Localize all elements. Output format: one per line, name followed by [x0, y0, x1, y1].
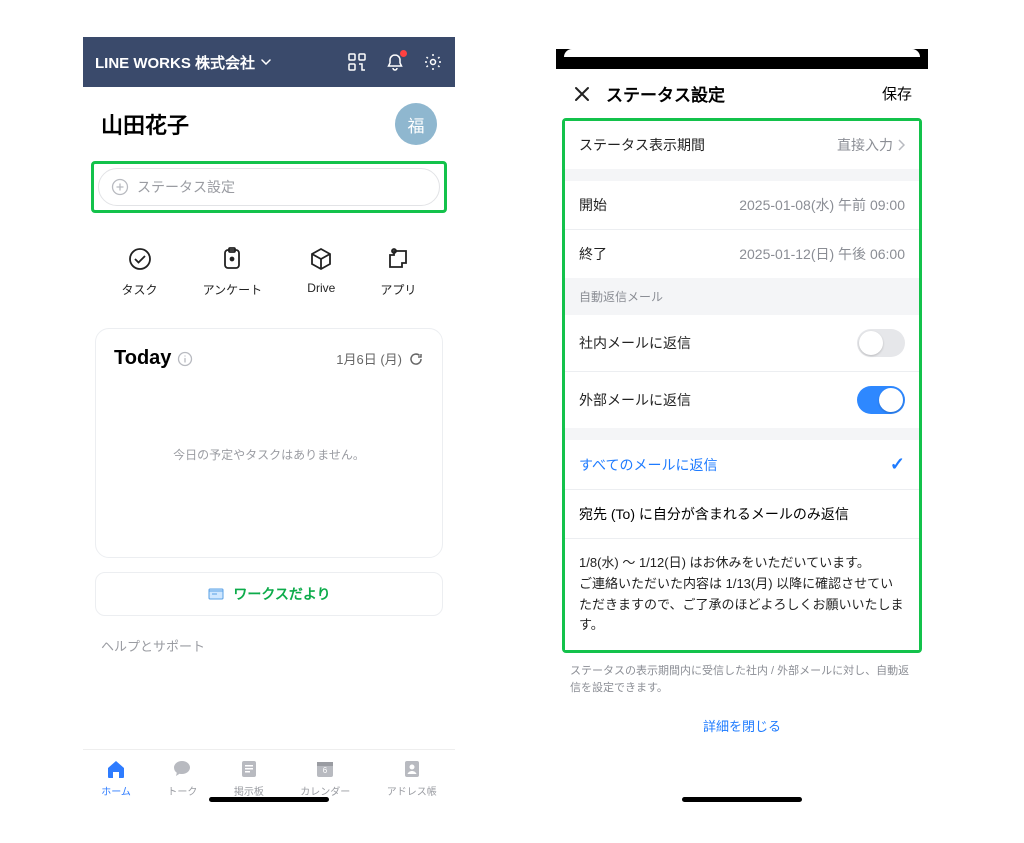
works-banner[interactable]: ワークスだより: [95, 572, 443, 616]
start-label: 開始: [579, 195, 739, 215]
save-button[interactable]: 保存: [882, 83, 912, 104]
sheet-header: ステータス設定 保存: [556, 69, 928, 118]
drive-icon: [307, 245, 335, 273]
apps-icon: [384, 245, 412, 273]
app-label: アンケート: [203, 281, 263, 298]
footer-note: ステータスの表示期間内に受信した社内 / 外部メールに対し、自動返信を設定できま…: [556, 653, 928, 706]
settings-highlight: ステータス表示期間 直接入力 開始 2025-01-08(水) 午前 09:00…: [562, 118, 922, 653]
external-toggle[interactable]: [857, 386, 905, 414]
chevron-down-icon: [261, 59, 271, 65]
refresh-icon[interactable]: [408, 351, 424, 367]
app-task[interactable]: タスク: [122, 245, 158, 298]
plus-circle-icon: [111, 178, 129, 196]
auto-reply-section-header: 自動返信メール: [565, 278, 919, 315]
today-card: Today 1月6日 (月) 今日の予定やタスクはありません。: [95, 328, 443, 558]
auto-reply-message[interactable]: 1/8(水) ～ 1/12(日) はお休みをいただいています。 ご連絡いただいた…: [565, 539, 919, 650]
newsletter-icon: [207, 585, 225, 603]
phone-status-settings: ステータス設定 保存 ステータス表示期間 直接入力 開始 2025-01-08(…: [556, 37, 928, 805]
row-end[interactable]: 終了 2025-01-12(日) 午後 06:00: [565, 230, 919, 278]
home-indicator: [209, 797, 329, 802]
app-shortcuts: タスク アンケート Drive アプリ: [83, 225, 455, 322]
svg-text:6: 6: [323, 766, 328, 775]
task-icon: [126, 245, 154, 273]
profile-name: 山田花子: [101, 108, 395, 140]
tab-talk[interactable]: トーク: [167, 758, 197, 798]
notification-badge: [400, 50, 407, 57]
start-value: 2025-01-08(水) 午前 09:00: [739, 195, 905, 215]
internal-toggle[interactable]: [857, 329, 905, 357]
sheet-top-bar: [556, 49, 928, 69]
option-reply-to-only[interactable]: 宛先 (To) に自分が含まれるメールのみ返信: [565, 490, 919, 538]
period-label: ステータス表示期間: [579, 135, 837, 155]
info-icon[interactable]: [177, 351, 193, 367]
period-value: 直接入力: [837, 135, 905, 155]
qr-icon[interactable]: [347, 52, 367, 72]
internal-label: 社内メールに返信: [579, 333, 857, 353]
today-empty-text: 今日の予定やタスクはありません。: [114, 370, 424, 539]
notifications-icon[interactable]: [385, 52, 405, 72]
close-icon[interactable]: [572, 84, 592, 104]
app-label: Drive: [307, 281, 335, 295]
external-label: 外部メールに返信: [579, 390, 857, 410]
row-start[interactable]: 開始 2025-01-08(水) 午前 09:00: [565, 181, 919, 229]
end-value: 2025-01-12(日) 午後 06:00: [739, 244, 905, 264]
option-reply-all-label: すべてのメールに返信: [579, 455, 890, 475]
today-date: 1月6日 (月): [336, 349, 424, 368]
works-banner-label: ワークスだより: [233, 584, 330, 604]
status-placeholder: ステータス設定: [137, 177, 235, 197]
help-support-link[interactable]: ヘルプとサポート: [83, 626, 455, 665]
status-setting-button[interactable]: ステータス設定: [98, 168, 440, 206]
tab-calendar[interactable]: 6 カレンダー: [300, 758, 350, 798]
row-external-reply: 外部メールに返信: [565, 372, 919, 428]
option-reply-to-only-label: 宛先 (To) に自分が含まれるメールのみ返信: [579, 504, 905, 524]
tab-board[interactable]: 掲示板: [234, 758, 264, 798]
home-indicator: [682, 797, 802, 802]
status-setting-highlight: ステータス設定: [91, 161, 447, 213]
row-internal-reply: 社内メールに返信: [565, 315, 919, 371]
app-label: タスク: [122, 281, 158, 298]
chevron-right-icon: [897, 139, 905, 151]
app-survey[interactable]: アンケート: [203, 245, 263, 298]
app-drive[interactable]: Drive: [307, 245, 335, 298]
check-icon: ✓: [890, 454, 905, 475]
survey-icon: [218, 245, 246, 273]
app-label: アプリ: [380, 281, 416, 298]
app-apps[interactable]: アプリ: [380, 245, 416, 298]
org-name: LINE WORKS 株式会社: [95, 52, 255, 73]
today-title: Today: [114, 347, 336, 370]
avatar[interactable]: 福: [395, 103, 437, 145]
option-reply-all[interactable]: すべてのメールに返信 ✓: [565, 440, 919, 489]
profile-row: 山田花子 福: [83, 87, 455, 155]
tab-home[interactable]: ホーム: [101, 758, 131, 798]
org-dropdown[interactable]: LINE WORKS 株式会社: [95, 52, 347, 73]
sheet-title: ステータス設定: [606, 81, 882, 106]
row-display-period[interactable]: ステータス表示期間 直接入力: [565, 121, 919, 169]
tab-contacts[interactable]: アドレス帳: [387, 758, 437, 798]
collapse-details-link[interactable]: 詳細を閉じる: [556, 706, 928, 751]
settings-icon[interactable]: [423, 52, 443, 72]
phone-home-screen: LINE WORKS 株式会社 山田花子 福 ステータス: [83, 37, 455, 805]
app-header: LINE WORKS 株式会社: [83, 37, 455, 87]
end-label: 終了: [579, 244, 739, 264]
